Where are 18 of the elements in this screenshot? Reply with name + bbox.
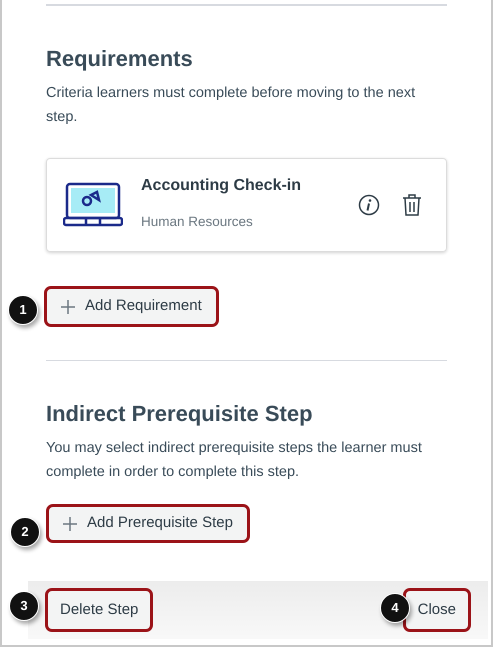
close-button[interactable]: Close [402,588,471,632]
section-description: Criteria learners must complete before moving to the next step. [46,84,416,127]
section-description: You may select indirect prerequisite steps the learner must complete in order to complete this step. [46,439,423,482]
callout-number: 3 [9,591,39,621]
plus-icon [61,300,75,314]
info-icon[interactable] [358,194,380,216]
requirement-subtitle: Human Resources [141,212,254,231]
add-button[interactable]: Add Requirement [44,286,219,327]
callout-number: 2 [10,517,40,547]
laptop-icon [63,182,123,228]
section-heading: Requirements [46,45,194,73]
add-button[interactable]: Add Prerequisite Step [46,504,250,543]
callout-number: 1 [8,295,38,325]
delete-step-button[interactable]: Delete Step [45,588,154,632]
requirement-title: Accounting Check-in [141,176,302,196]
trash-icon[interactable] [402,194,422,216]
plus-icon [63,516,77,530]
section-heading: Indirect Prerequisite Step [46,400,314,428]
